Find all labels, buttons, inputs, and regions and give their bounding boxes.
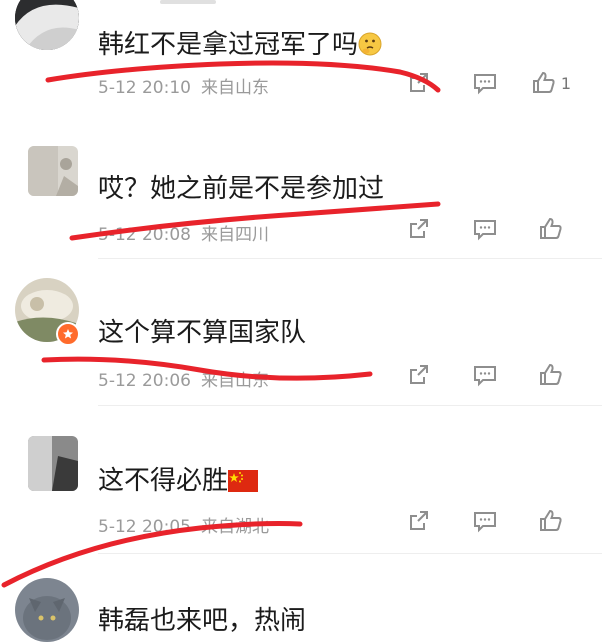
comment-meta: 5-12 20:08 来自四川 (98, 220, 269, 245)
comment-meta: 5-12 20:10 来自山东 (98, 73, 269, 98)
share-icon (410, 511, 428, 530)
share-icon (410, 219, 428, 238)
comment-actions (386, 214, 584, 244)
top-grabber (160, 0, 216, 4)
comment-actions: 1 (386, 68, 584, 98)
like-button[interactable] (518, 360, 584, 390)
thinking-face-emoji (358, 32, 382, 63)
comment-actions (386, 506, 584, 536)
comment-date: 5-12 20:05 (98, 517, 191, 537)
comment-text: 哎？她之前是不是参加过 (98, 174, 385, 204)
share-icon (410, 365, 428, 384)
share-button[interactable] (386, 360, 452, 390)
comment-location: 来自湖北 (200, 517, 269, 537)
avatar[interactable] (28, 436, 78, 491)
comment-icon (474, 220, 496, 241)
like-icon (532, 71, 555, 93)
comment-date: 5-12 20:10 (98, 78, 191, 98)
like-button[interactable]: 1 (518, 68, 584, 98)
comment-location: 来自四川 (200, 225, 269, 245)
comment-button[interactable] (452, 506, 518, 536)
like-button[interactable] (518, 506, 584, 536)
avatar[interactable] (15, 578, 79, 642)
divider (98, 553, 602, 554)
comment-text: 韩红不是拿过冠军了吗 (98, 24, 382, 63)
comment-button[interactable] (452, 68, 518, 98)
comment-icon (474, 74, 496, 95)
share-button[interactable] (386, 68, 452, 98)
like-icon (540, 217, 562, 239)
like-count: 1 (560, 73, 572, 93)
comment-actions (386, 360, 584, 390)
comment-location: 来自山东 (200, 371, 269, 391)
avatar[interactable] (28, 146, 78, 196)
comment-date: 5-12 20:06 (98, 371, 191, 391)
like-icon (540, 363, 562, 385)
comment-icon (474, 366, 496, 387)
comment-meta: 5-12 20:06 来自山东 (98, 366, 269, 391)
like-button[interactable] (518, 214, 584, 244)
divider (98, 405, 602, 406)
comment-text: 韩磊也来吧，热闹 (98, 606, 307, 636)
share-button[interactable] (386, 214, 452, 244)
comment-text: 这不得必胜 (98, 460, 259, 499)
share-button[interactable] (386, 506, 452, 536)
comment-button[interactable] (452, 214, 518, 244)
comment-date: 5-12 20:08 (98, 225, 191, 245)
share-icon (410, 73, 428, 92)
comment-meta: 5-12 20:05 来自湖北 (98, 512, 269, 537)
china-flag-emoji (228, 469, 259, 499)
like-icon (540, 509, 562, 531)
comment-text: 这个算不算国家队 (98, 318, 307, 348)
verified-badge (56, 322, 80, 346)
comment-button[interactable] (452, 360, 518, 390)
star-icon (63, 329, 73, 339)
comment-icon (474, 512, 496, 533)
divider (98, 258, 602, 259)
comment-location: 来自山东 (200, 78, 269, 98)
avatar[interactable] (15, 0, 79, 50)
